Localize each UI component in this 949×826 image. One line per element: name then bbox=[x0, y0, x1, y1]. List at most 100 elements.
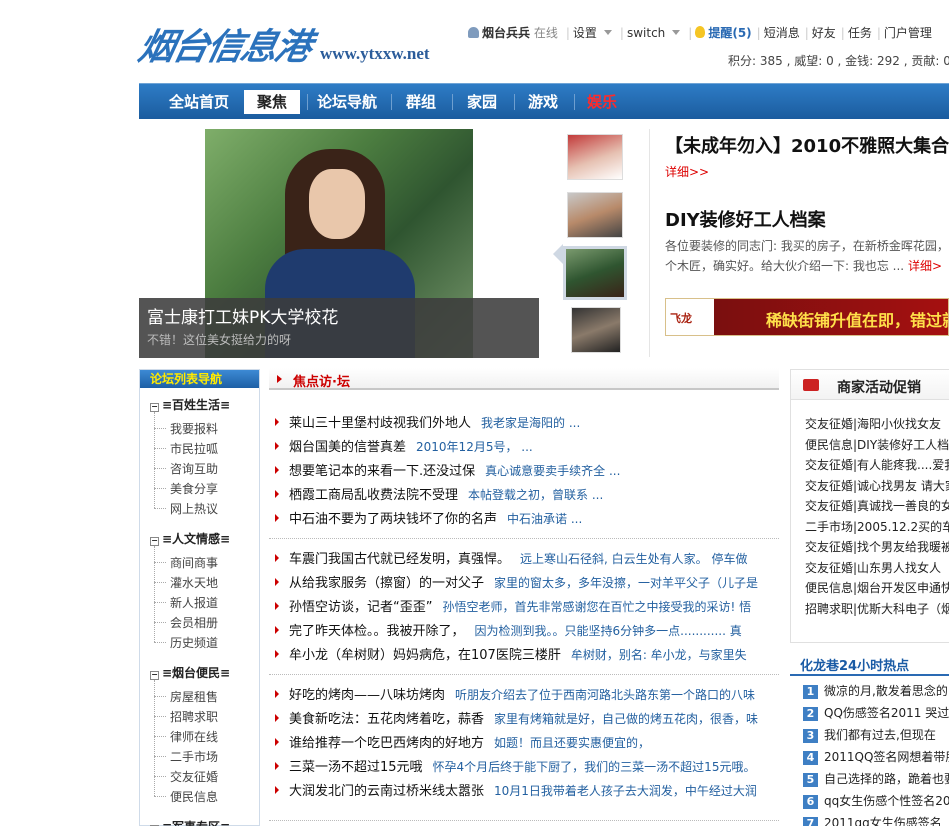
headline-1-title[interactable]: 【未成年勿入】2010不雅照大集合 bbox=[665, 132, 949, 158]
news-title-link[interactable]: 从给我家服务（擦窗）的一对父子 bbox=[289, 576, 484, 590]
news-summary-link[interactable]: 我老家是海阳的 ... bbox=[481, 416, 580, 430]
bullet-arrow-icon bbox=[275, 650, 279, 658]
forum-board-link[interactable]: 招聘求职 bbox=[170, 708, 218, 725]
slideshow-thumb-4[interactable] bbox=[571, 307, 621, 353]
news-title-link[interactable]: 栖霞工商局乱收费法院不受理 bbox=[289, 488, 458, 502]
forum-board-link[interactable]: 网上热议 bbox=[170, 500, 218, 517]
news-title-link[interactable]: 烟台国美的信誉真差 bbox=[289, 440, 406, 454]
news-summary-link[interactable]: 中石油承诺 ... bbox=[507, 512, 582, 526]
nav-entertainment[interactable]: 娱乐 bbox=[579, 90, 625, 114]
settings-menu[interactable]: 设置 bbox=[573, 26, 615, 40]
forum-category[interactable]: −≡军事专区≡ bbox=[150, 818, 230, 826]
news-summary-link[interactable]: 家里的窗太多，多年没擦，一对羊平父子（儿子是 bbox=[494, 576, 758, 590]
forum-board-link[interactable]: 房屋租售 bbox=[170, 688, 218, 705]
forum-board-link[interactable]: 我要报料 bbox=[170, 420, 218, 437]
username-link[interactable]: 烟台兵兵 bbox=[482, 26, 530, 40]
news-summary-link[interactable]: 听朋友介绍去了位于西南河路北头路东第一个路口的八味 bbox=[455, 688, 755, 702]
hot-item-link[interactable]: 我们都有过去,但现在 bbox=[824, 728, 936, 742]
headline-2-title[interactable]: DIY装修好工人档案 bbox=[665, 206, 826, 232]
slideshow-caption[interactable]: 富士康打工妹PK大学校花 不错！这位美女挺给力的呀 bbox=[139, 298, 539, 358]
hot-item-link[interactable]: 2011QQ签名网想着带朋 bbox=[824, 750, 949, 764]
forum-category[interactable]: − ≡烟台便民≡ bbox=[150, 664, 230, 681]
nav-home-space[interactable]: 家园 bbox=[457, 90, 507, 114]
news-summary-link[interactable]: 2010年12月5号， ... bbox=[416, 440, 533, 454]
news-summary-link[interactable]: 家里有烤箱就是好，自己做的烤五花肉，很香，味 bbox=[494, 712, 758, 726]
promo-item-link[interactable]: 交友征婚|海阳小伙找女友 bbox=[805, 415, 949, 432]
nav-games[interactable]: 游戏 bbox=[519, 90, 567, 114]
headline-2-more[interactable]: 详细> bbox=[908, 259, 942, 273]
hot-item-link[interactable]: 2011qq女生伤感签名 bbox=[824, 816, 942, 826]
portal-admin-link[interactable]: 门户管理 bbox=[884, 26, 932, 40]
forum-board-link[interactable]: 市民拉呱 bbox=[170, 440, 218, 457]
slideshow-thumb-3[interactable] bbox=[563, 246, 627, 300]
promo-item-link[interactable]: 招聘求职|优斯大科电子（烟 bbox=[805, 600, 949, 617]
news-summary-link[interactable]: 因为检测到我。。只能坚持6分钟多一点............ 真 bbox=[475, 624, 742, 638]
caption-title[interactable]: 富士康打工妹PK大学校花 bbox=[147, 303, 338, 328]
messages-link[interactable]: 短消息 bbox=[764, 26, 800, 40]
forum-category[interactable]: − ≡人文情感≡ bbox=[150, 530, 230, 547]
promo-item-link[interactable]: 交友征婚|山东男人找女人 bbox=[805, 559, 949, 576]
promo-item-link[interactable]: 交友征婚|诚心找男友 请大家 bbox=[805, 477, 949, 494]
nav-focus[interactable]: 聚焦 bbox=[244, 90, 300, 114]
forum-board-link[interactable]: 灌水天地 bbox=[170, 574, 218, 591]
news-title-link[interactable]: 莱山三十里堡村歧视我们外地人 bbox=[289, 416, 471, 430]
ad-banner[interactable]: 飞龙 稀缺街铺升值在即，错过就后 bbox=[665, 298, 949, 336]
headline-1-more[interactable]: 详细>> bbox=[665, 163, 709, 180]
news-title-link[interactable]: 牟小龙（牟树财）妈妈病危，在107医院三楼肝 bbox=[289, 648, 561, 662]
friends-link[interactable]: 好友 bbox=[812, 26, 836, 40]
forum-category[interactable]: − ≡百姓生活≡ bbox=[150, 396, 230, 413]
site-logo[interactable]: 烟台信息港 www.ytxxw.net bbox=[135, 18, 440, 70]
news-title-link[interactable]: 完了昨天体检。。我被开除了， bbox=[289, 624, 465, 638]
collapse-icon[interactable]: − bbox=[150, 537, 159, 546]
forum-board-link[interactable]: 美食分享 bbox=[170, 480, 218, 497]
news-title-link[interactable]: 三菜一汤不超过15元哦 bbox=[289, 760, 423, 774]
slideshow-thumb-2[interactable] bbox=[567, 192, 623, 238]
news-title-link[interactable]: 美食新吃法：五花肉烤着吃，蒜香 bbox=[289, 712, 484, 726]
collapse-icon[interactable]: − bbox=[150, 671, 159, 680]
forum-board-link[interactable]: 律师在线 bbox=[170, 728, 218, 745]
forum-board-link[interactable]: 商间商事 bbox=[170, 554, 218, 571]
forum-board-link[interactable]: 交友征婚 bbox=[170, 768, 218, 785]
forum-board-link[interactable]: 历史频道 bbox=[170, 634, 218, 651]
hot-item-link[interactable]: 微凉的月,散发着思念的 bbox=[824, 684, 948, 698]
hot-title[interactable]: 化龙巷24小时热点 bbox=[800, 655, 909, 674]
forum-board-link[interactable]: 二手市场 bbox=[170, 748, 218, 765]
news-title-link[interactable]: 中石油不要为了两块钱坏了你的名声 bbox=[289, 512, 497, 526]
promo-item-link[interactable]: 交友征婚|有人能疼我....爱我 bbox=[805, 456, 949, 473]
news-summary-link[interactable]: 牟树财，别名: 牟小龙，与家里失 bbox=[571, 648, 747, 662]
nav-home[interactable]: 全站首页 bbox=[159, 90, 239, 114]
nav-forum-guide[interactable]: 论坛导航 bbox=[311, 90, 383, 114]
promo-item-link[interactable]: 便民信息|烟台开发区申通快 bbox=[805, 579, 949, 596]
news-summary-link[interactable]: 孙悟空老师，首先非常感谢您在百忙之中接受我的采访! 悟 bbox=[442, 600, 751, 614]
hot-item-link[interactable]: qq女生伤感个性签名20 bbox=[824, 794, 949, 808]
remind-link[interactable]: 提醒(5) bbox=[708, 26, 751, 40]
news-title-link[interactable]: 想要笔记本的来看一下.还没过保 bbox=[289, 464, 475, 478]
promo-item-link[interactable]: 二手市场|2005.12.2买的车 bbox=[805, 518, 949, 535]
news-title-link[interactable]: 谁给推荐一个吃巴西烤肉的好地方 bbox=[289, 736, 484, 750]
news-summary-link[interactable]: 怀孕4个月后终于能下厨了，我们的三菜一汤不超过15元哦。 bbox=[433, 760, 756, 774]
slideshow-thumb-1[interactable] bbox=[567, 134, 623, 180]
news-title-link[interactable]: 车震门我国古代就已经发明，真强悍。 bbox=[289, 552, 510, 566]
forum-board-link[interactable]: 新人报道 bbox=[170, 594, 218, 611]
switch-menu[interactable]: switch bbox=[627, 26, 683, 40]
news-title-link[interactable]: 孙悟空访谈，记者“歪歪” bbox=[289, 600, 432, 614]
news-summary-link[interactable]: 远上寒山石径斜, 白云生处有人家。 停车做 bbox=[520, 552, 747, 566]
nav-groups[interactable]: 群组 bbox=[397, 90, 445, 114]
focus-slideshow[interactable]: 富士康打工妹PK大学校花 不错！这位美女挺给力的呀 bbox=[139, 129, 539, 358]
forum-board-link[interactable]: 咨询互助 bbox=[170, 460, 218, 477]
hot-item-link[interactable]: QQ伤感签名2011 哭过 bbox=[824, 706, 949, 720]
forum-board-link[interactable]: 会员相册 bbox=[170, 614, 218, 631]
news-summary-link[interactable]: 10月1日我带着老人孩子去大润发，中午经过大润 bbox=[494, 784, 757, 798]
tasks-link[interactable]: 任务 bbox=[848, 26, 872, 40]
news-summary-link[interactable]: 真心诚意要卖手续齐全 ... bbox=[485, 464, 620, 478]
hot-item-link[interactable]: 自己选择的路，跪着也要 bbox=[824, 772, 949, 786]
forum-board-link[interactable]: 便民信息 bbox=[170, 788, 218, 805]
promo-item-link[interactable]: 便民信息|DIY装修好工人档案 bbox=[805, 436, 949, 453]
news-title-link[interactable]: 好吃的烤肉——八味坊烤肉 bbox=[289, 688, 445, 702]
news-title-link[interactable]: 大润发北门的云南过桥米线太嚣张 bbox=[289, 784, 484, 798]
collapse-icon[interactable]: − bbox=[150, 403, 159, 412]
news-summary-link[interactable]: 本帖登载之初，曾联系 ... bbox=[468, 488, 603, 502]
promo-item-link[interactable]: 交友征婚|真诚找一善良的女 bbox=[805, 497, 949, 514]
promo-item-link[interactable]: 交友征婚|找个男友给我暖被 bbox=[805, 538, 949, 555]
news-summary-link[interactable]: 如题！而且还要实惠便宜的， bbox=[494, 736, 650, 750]
